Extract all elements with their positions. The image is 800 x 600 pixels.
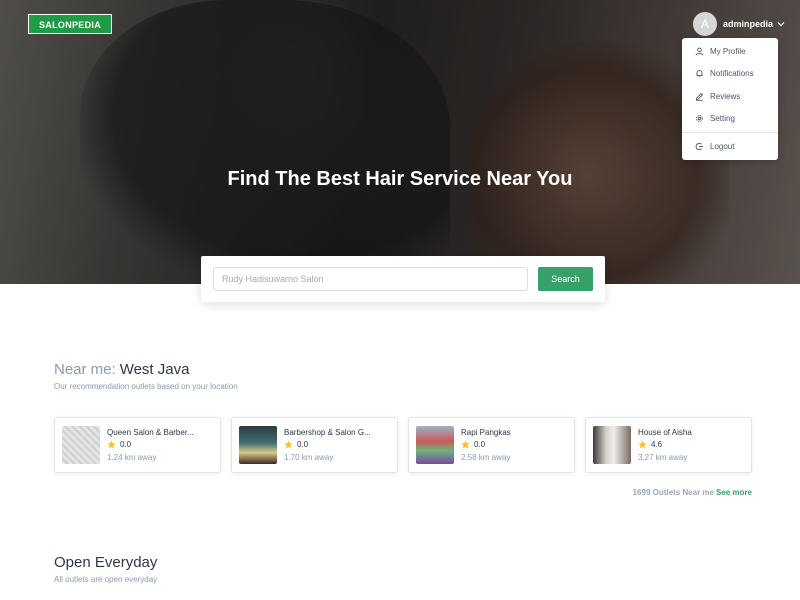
menu-divider	[682, 132, 778, 133]
rating-value: 0.0	[474, 440, 486, 449]
pencil-icon	[695, 92, 704, 101]
outlet-name[interactable]: Barbershop & Salon G...	[284, 428, 392, 437]
menu-item-my-profile[interactable]: My Profile	[682, 41, 778, 61]
user-menu-toggle[interactable]: A adminpedia	[693, 12, 786, 36]
outlet-name[interactable]: Rapi Pangkas	[461, 428, 569, 437]
menu-item-logout[interactable]: Logout	[682, 136, 778, 156]
outlet-rating: 0.0	[284, 440, 308, 449]
open-everyday-subtitle: All outlets are open everyday	[54, 575, 158, 584]
star-icon	[107, 440, 116, 449]
outlet-distance: 3.27 km away	[638, 453, 688, 462]
outlet-card[interactable]: Queen Salon & Barber... 0.0 1.24 km away	[54, 417, 221, 473]
outlet-thumbnail	[62, 426, 100, 464]
near-me-prefix: Near me:	[54, 361, 116, 378]
menu-item-label: Notifications	[710, 68, 754, 78]
search-card: Search	[201, 256, 605, 302]
near-me-region: West Java	[119, 361, 190, 378]
outlet-card[interactable]: Barbershop & Salon G... 0.0 1.70 km away	[231, 417, 398, 473]
star-icon	[638, 440, 647, 449]
username[interactable]: adminpedia	[723, 19, 773, 29]
outlet-distance: 1.24 km away	[107, 453, 157, 462]
search-button[interactable]: Search	[538, 267, 593, 291]
outlet-count-text: 1699 Outlets Near me	[632, 488, 714, 497]
see-more-link[interactable]: See more	[716, 488, 752, 497]
outlet-name[interactable]: House of Aisha	[638, 428, 746, 437]
star-icon	[461, 440, 470, 449]
star-icon	[284, 440, 293, 449]
menu-item-label: Setting	[710, 113, 735, 123]
outlet-thumbnail	[239, 426, 277, 464]
outlet-rating: 0.0	[461, 440, 485, 449]
hero-title: Find The Best Hair Service Near You	[227, 168, 573, 190]
user-icon	[695, 47, 704, 56]
chevron-down-icon[interactable]	[776, 19, 786, 29]
outlet-distance: 1.70 km away	[284, 453, 334, 462]
user-dropdown-menu: My Profile Notifications Reviews Setting…	[682, 38, 778, 160]
avatar[interactable]: A	[693, 12, 717, 36]
brand-logo[interactable]: SALONPEDIA	[28, 14, 113, 34]
search-input[interactable]	[213, 267, 528, 291]
outlet-rating: 0.0	[107, 440, 131, 449]
outlet-card-list: Queen Salon & Barber... 0.0 1.24 km away…	[54, 417, 752, 473]
logout-icon	[695, 142, 704, 150]
rating-value: 4.6	[651, 440, 663, 449]
menu-item-reviews[interactable]: Reviews	[682, 86, 778, 106]
menu-item-label: Logout	[710, 141, 735, 151]
outlet-distance: 2.58 km away	[461, 453, 511, 462]
menu-item-label: Reviews	[710, 91, 741, 101]
outlet-count: 1699 Outlets Near me See more	[600, 488, 752, 497]
gear-icon	[696, 114, 703, 122]
open-everyday-title: Open Everyday	[54, 554, 158, 571]
rating-value: 0.0	[297, 440, 309, 449]
menu-item-label: My Profile	[710, 46, 746, 56]
bell-icon	[696, 69, 703, 77]
outlet-thumbnail	[416, 426, 454, 464]
hero-banner	[0, 0, 800, 284]
outlet-card[interactable]: House of Aisha 4.6 3.27 km away	[585, 417, 752, 473]
outlet-thumbnail	[593, 426, 631, 464]
hero-overlay	[0, 0, 800, 284]
outlet-card[interactable]: Rapi Pangkas 0.0 2.58 km away	[408, 417, 575, 473]
near-me-title: Near me: West Java	[54, 361, 189, 378]
menu-item-setting[interactable]: Setting	[682, 108, 778, 128]
rating-value: 0.0	[120, 440, 132, 449]
outlet-name[interactable]: Queen Salon & Barber...	[107, 428, 215, 437]
near-me-subtitle: Our recommendation outlets based on your…	[54, 382, 238, 391]
menu-item-notifications[interactable]: Notifications	[682, 63, 778, 83]
outlet-rating: 4.6	[638, 440, 662, 449]
